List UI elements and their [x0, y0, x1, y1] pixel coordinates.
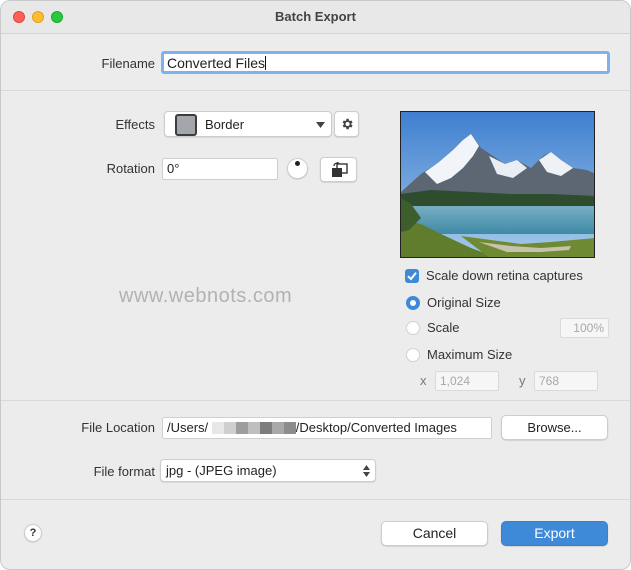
redacted-username	[211, 422, 296, 434]
file-format-label: File format	[93, 464, 155, 479]
path-suffix: /Desktop/Converted Images	[295, 420, 457, 435]
maximum-size-label: Maximum Size	[427, 347, 513, 362]
max-y-label: y	[519, 373, 526, 388]
help-button[interactable]: ?	[24, 524, 42, 542]
batch-export-window: Batch Export Filename Converted Files Ef…	[0, 0, 631, 570]
scale-percent-input[interactable]: 100%	[560, 318, 609, 338]
file-format-selected: jpg - (JPEG image)	[166, 463, 277, 478]
rotation-label: Rotation	[106, 161, 155, 176]
filename-input[interactable]: Converted Files	[161, 51, 610, 74]
chevron-down-icon	[316, 122, 325, 128]
effects-dropdown[interactable]: Border	[164, 111, 332, 137]
border-swatch	[175, 114, 197, 136]
watermark-text: www.webnots.com	[119, 285, 293, 307]
file-location-input[interactable]: /Users/ /Desktop/Converted Images	[162, 417, 492, 439]
radio-original-size[interactable]	[406, 296, 420, 310]
window-title: Batch Export	[275, 9, 356, 24]
radio-scale[interactable]	[406, 321, 420, 335]
scale-label: Scale	[427, 320, 460, 335]
cancel-button[interactable]: Cancel	[381, 521, 488, 546]
path-prefix: /Users/	[167, 420, 209, 435]
checkmark-icon	[407, 272, 417, 281]
filename-label: Filename	[101, 56, 155, 71]
filename-value: Converted Files	[167, 55, 266, 71]
file-format-dropdown[interactable]: jpg - (JPEG image)	[160, 459, 376, 482]
max-height-input[interactable]: 768	[534, 371, 598, 391]
scale-retina-label: Scale down retina captures	[426, 268, 583, 283]
gear-icon	[342, 118, 353, 130]
section-divider	[1, 400, 630, 401]
rotate-button[interactable]	[320, 157, 357, 182]
preview-image	[400, 111, 595, 258]
radio-maximum-size[interactable]	[406, 348, 420, 362]
rotation-input[interactable]: 0°	[162, 158, 278, 180]
original-size-label: Original Size	[427, 295, 501, 310]
section-divider	[1, 499, 630, 500]
browse-button[interactable]: Browse...	[501, 415, 608, 440]
effects-settings-button[interactable]	[334, 111, 359, 137]
up-down-chevron-icon	[363, 465, 370, 477]
max-width-input[interactable]: 1,024	[435, 371, 499, 391]
file-location-label: File Location	[81, 420, 155, 435]
effects-selected: Border	[205, 117, 245, 132]
rotate-icon	[332, 162, 348, 177]
rotation-dial[interactable]	[287, 158, 308, 179]
section-divider	[1, 90, 630, 91]
title-bar: Batch Export	[1, 1, 630, 34]
effects-label: Effects	[115, 117, 155, 132]
scale-retina-checkbox[interactable]	[405, 269, 419, 283]
export-button[interactable]: Export	[501, 521, 608, 546]
max-x-label: x	[420, 373, 427, 388]
text-caret	[265, 56, 267, 70]
mountain-lake-photo	[401, 112, 594, 257]
